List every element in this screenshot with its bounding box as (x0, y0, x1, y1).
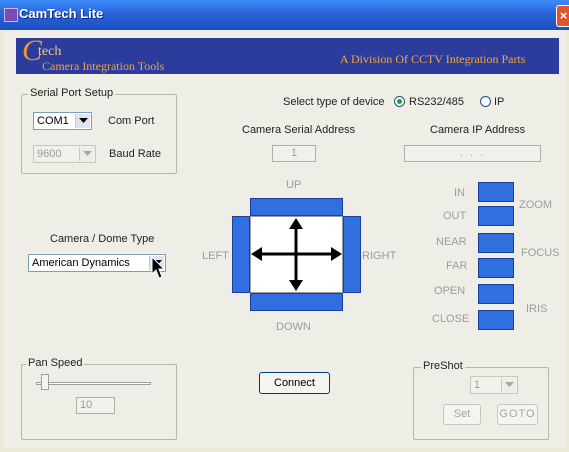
baud-rate-label: Baud Rate (109, 148, 161, 160)
camera-type-value: American Dynamics (32, 257, 130, 269)
pan-speed-value[interactable]: 10 (76, 397, 115, 414)
title-bar[interactable]: CamTech Lite × (0, 0, 569, 30)
preshot-goto-button[interactable]: GOTO (497, 404, 538, 425)
banner-division-text: A Division Of CCTV Integration Parts (340, 52, 526, 66)
serial-address-field[interactable]: 1 (272, 145, 316, 162)
com-port-value: COM1 (37, 115, 69, 127)
focus-near-button[interactable] (478, 233, 514, 253)
baud-rate-value: 9600 (37, 148, 62, 160)
preshot-group-label: PreShot (421, 360, 465, 372)
iris-open-label: OPEN (434, 285, 466, 297)
app-icon (4, 8, 18, 22)
pan-speed-slider-thumb[interactable] (41, 374, 49, 390)
connect-button[interactable]: Connect (259, 372, 330, 394)
chevron-down-icon[interactable] (501, 378, 516, 392)
left-label: LEFT (202, 250, 229, 262)
com-port-label: Com Port (108, 115, 155, 127)
preshot-select[interactable]: 1 (470, 376, 518, 394)
logo-tech: tech (38, 44, 62, 59)
app-window: CamTech Lite × C tech Camera Integration… (0, 0, 569, 452)
up-label: UP (286, 179, 302, 191)
rs232-radio[interactable] (394, 96, 405, 107)
focus-near-label: NEAR (436, 236, 467, 248)
device-type-prompt: Select type of device (283, 96, 385, 108)
down-label: DOWN (276, 321, 311, 333)
camera-type-select[interactable]: American Dynamics (28, 254, 166, 272)
iris-close-button[interactable] (478, 310, 514, 330)
pan-speed-group-label: Pan Speed (26, 357, 85, 369)
iris-open-button[interactable] (478, 284, 514, 304)
focus-far-label: FAR (446, 260, 468, 272)
pan-speed-slider-track[interactable] (36, 382, 151, 385)
zoom-out-label: OUT (443, 210, 467, 222)
serial-address-label: Camera Serial Address (242, 124, 356, 136)
ip-radio[interactable] (480, 96, 491, 107)
pan-left-button[interactable] (232, 216, 250, 293)
serial-port-group-label: Serial Port Setup (28, 87, 116, 99)
preshot-set-button[interactable]: Set (443, 404, 481, 425)
iris-label: IRIS (526, 303, 548, 315)
mouse-cursor-icon (151, 256, 166, 279)
zoom-in-label: IN (454, 187, 465, 199)
pan-down-button[interactable] (250, 293, 343, 311)
zoom-label: ZOOM (519, 199, 552, 211)
iris-close-label: CLOSE (432, 313, 470, 325)
camera-type-label: Camera / Dome Type (50, 233, 155, 245)
window-title: CamTech Lite (19, 6, 104, 21)
ip-label: IP (494, 96, 505, 108)
move-arrows-icon (251, 218, 342, 291)
focus-label: FOCUS (521, 247, 560, 259)
right-label: RIGHT (362, 250, 397, 262)
zoom-out-button[interactable] (478, 206, 514, 226)
pan-up-button[interactable] (250, 198, 343, 216)
zoom-in-button[interactable] (478, 182, 514, 202)
com-port-select[interactable]: COM1 (33, 112, 92, 130)
pan-right-button[interactable] (343, 216, 361, 293)
baud-rate-select[interactable]: 9600 (33, 145, 96, 163)
chevron-down-icon[interactable] (75, 114, 90, 128)
ip-address-label: Camera IP Address (430, 124, 526, 136)
ip-address-field[interactable]: . . . (404, 145, 541, 162)
focus-far-button[interactable] (478, 258, 514, 278)
logo-subtitle: Camera Integration Tools (42, 59, 165, 73)
close-button[interactable]: × (556, 5, 569, 27)
chevron-down-icon[interactable] (79, 147, 94, 161)
rs232-label: RS232/485 (409, 96, 465, 108)
preshot-value: 1 (474, 379, 481, 391)
